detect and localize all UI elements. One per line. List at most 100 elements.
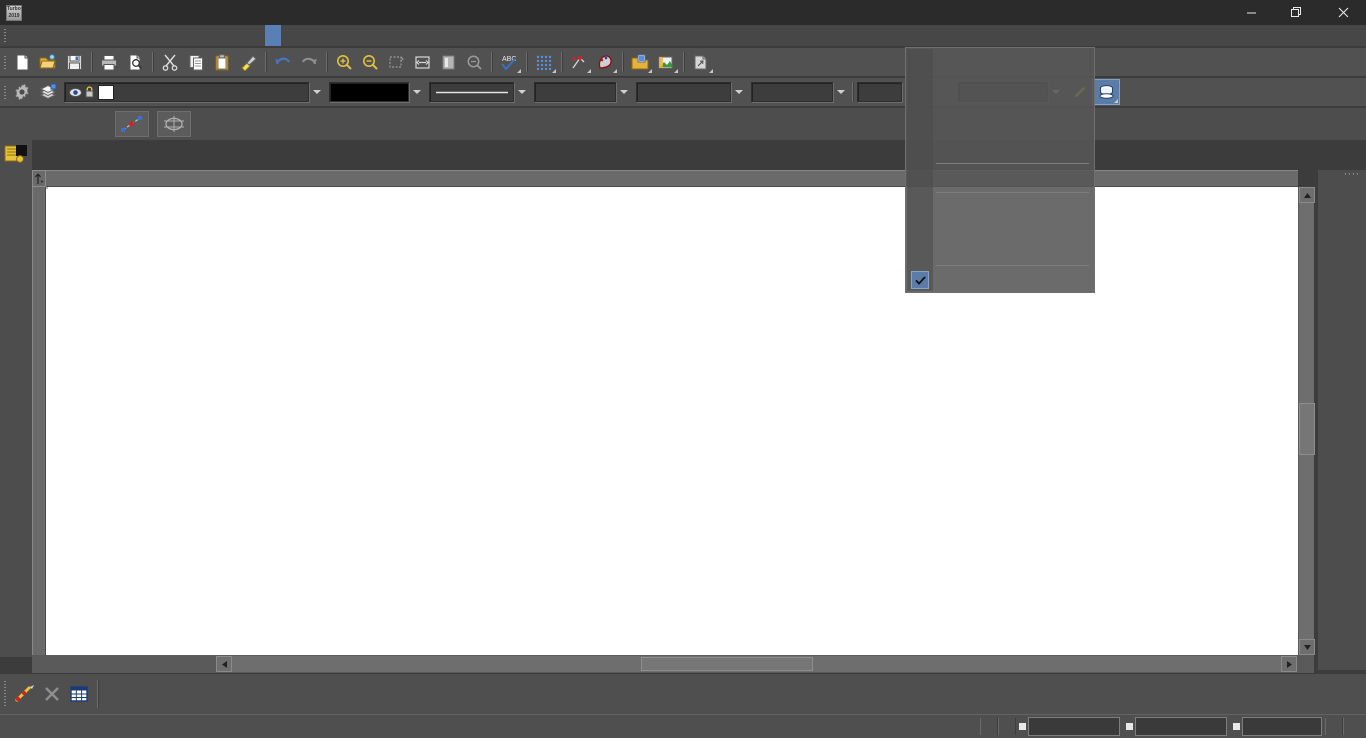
scroll-up-button[interactable]: [1299, 187, 1315, 203]
layer-combo[interactable]: [64, 82, 309, 102]
open-library-icon[interactable]: [627, 50, 653, 74]
standard-toolbar-gripper[interactable]: [0, 52, 9, 73]
paste-icon[interactable]: [209, 50, 235, 74]
menu-options[interactable]: [249, 25, 265, 46]
menu-dimension[interactable]: [121, 25, 137, 46]
canvas-horizontal-scrollbar[interactable]: [215, 655, 1298, 673]
ruler-origin-corner[interactable]: [32, 170, 46, 187]
menu-ruby-net-scripts[interactable]: [233, 25, 249, 46]
menu-gripper[interactable]: [0, 25, 9, 46]
x-coordinate-group[interactable]: [1019, 717, 1120, 736]
cancel-x-icon[interactable]: [39, 687, 65, 701]
undo-icon[interactable]: [270, 50, 296, 74]
hatch-combo[interactable]: [751, 82, 833, 102]
table-icon[interactable]: [65, 686, 93, 702]
menu-help[interactable]: [281, 25, 297, 46]
brush-arrow-icon[interactable]: [731, 82, 746, 102]
snap-grid-icon[interactable]: [531, 50, 557, 74]
layer-combo-arrow-icon[interactable]: [309, 82, 324, 102]
export-image-icon[interactable]: [653, 50, 679, 74]
line-draw-icon[interactable]: [9, 684, 39, 704]
scroll-right-button[interactable]: [1281, 656, 1297, 672]
line-width-combo[interactable]: [534, 82, 616, 102]
line-width-arrow-icon[interactable]: [616, 82, 631, 102]
print-preview-icon[interactable]: [122, 50, 148, 74]
menu-view[interactable]: [41, 25, 57, 46]
external-ref-icon[interactable]: [688, 50, 714, 74]
window-menu-item-arrange-icons[interactable]: [906, 116, 1094, 138]
layers-manager-icon[interactable]: [0, 140, 32, 167]
lock-icon[interactable]: [85, 86, 94, 98]
menu-modify[interactable]: [169, 25, 185, 46]
hatch-arrow-icon[interactable]: [833, 82, 848, 102]
architecture-toolbar-gripper[interactable]: [1341, 170, 1365, 178]
line-points-icon[interactable]: [115, 111, 149, 137]
eye-icon[interactable]: [69, 87, 82, 98]
gear-icon[interactable]: [9, 80, 35, 104]
style-combo-small[interactable]: [857, 82, 902, 102]
menu-format[interactable]: [73, 25, 89, 46]
x-coordinate-value[interactable]: [1028, 717, 1120, 736]
save-disk-icon[interactable]: [61, 50, 87, 74]
horizontal-scroll-thumb[interactable]: [641, 657, 813, 671]
menu-architecture[interactable]: [153, 25, 169, 46]
z-coordinate-group[interactable]: [1233, 717, 1322, 736]
menu-tools[interactable]: [89, 25, 105, 46]
geo-indicator[interactable]: [998, 718, 1016, 735]
coord-bar-gripper[interactable]: [0, 674, 9, 714]
new-document-icon[interactable]: [9, 50, 35, 74]
z-coordinate-value[interactable]: [1242, 717, 1322, 736]
menu-addons[interactable]: [217, 25, 233, 46]
zoom-window-icon[interactable]: [409, 50, 435, 74]
zoom-level-indicator[interactable]: [1325, 718, 1343, 735]
point-snap-icon[interactable]: [566, 50, 592, 74]
vertical-ruler[interactable]: [32, 187, 46, 655]
menu-modes[interactable]: [185, 25, 201, 46]
drawing-canvas[interactable]: [46, 187, 1298, 655]
zoom-in-icon[interactable]: [331, 50, 357, 74]
menu-edit[interactable]: [25, 25, 41, 46]
window-menu-item-tile[interactable]: [906, 94, 1094, 116]
canvas-vertical-scrollbar[interactable]: [1298, 187, 1315, 655]
window-menu-item-1-drawing1-world-plan[interactable]: [906, 269, 1094, 291]
line-style-combo[interactable]: [429, 82, 514, 102]
window-menu-item-close-all[interactable]: [906, 138, 1094, 160]
zoom-page-icon[interactable]: [435, 50, 461, 74]
maximize-restore-button[interactable]: [1274, 0, 1320, 25]
close-button[interactable]: [1320, 0, 1366, 25]
scroll-left-button[interactable]: [216, 656, 232, 672]
menu-constraints[interactable]: [137, 25, 153, 46]
line-style-arrow-icon[interactable]: [514, 82, 529, 102]
zoom-previous-icon[interactable]: [461, 50, 487, 74]
window-menu-item-cascade[interactable]: [906, 72, 1094, 94]
ellipse-tool-icon[interactable]: [157, 111, 191, 137]
spell-check-icon[interactable]: ABC: [496, 50, 522, 74]
menu-window[interactable]: [265, 25, 281, 46]
menu-sdk[interactable]: [201, 25, 217, 46]
minimize-button[interactable]: [1228, 0, 1274, 25]
y-coordinate-group[interactable]: [1126, 717, 1227, 736]
drafting-palette-icon[interactable]: [592, 50, 618, 74]
menu-insert[interactable]: [57, 25, 73, 46]
open-folder-icon[interactable]: [35, 50, 61, 74]
layer-color-swatch[interactable]: [98, 84, 114, 100]
pen-color-arrow-icon[interactable]: [409, 82, 424, 102]
snap-indicator[interactable]: [980, 718, 998, 735]
zoom-extents-icon[interactable]: [383, 50, 409, 74]
copy-icon[interactable]: [183, 50, 209, 74]
menu-draw[interactable]: [105, 25, 121, 46]
print-style-icon[interactable]: [1092, 79, 1120, 105]
window-menu-item-new-window[interactable]: [906, 50, 1094, 72]
zoom-out-icon[interactable]: [357, 50, 383, 74]
vertical-scroll-thumb[interactable]: [1299, 403, 1315, 455]
print-icon[interactable]: [96, 50, 122, 74]
layers-icon[interactable]: [35, 80, 61, 104]
menu-file[interactable]: [9, 25, 25, 46]
format-painter-icon[interactable]: [235, 50, 261, 74]
cut-scissors-icon[interactable]: [157, 50, 183, 74]
brush-combo[interactable]: [636, 82, 731, 102]
redo-icon[interactable]: [296, 50, 322, 74]
horizontal-ruler[interactable]: [46, 170, 1298, 187]
scroll-down-button[interactable]: [1299, 639, 1315, 655]
pen-color-combo[interactable]: [329, 82, 409, 102]
